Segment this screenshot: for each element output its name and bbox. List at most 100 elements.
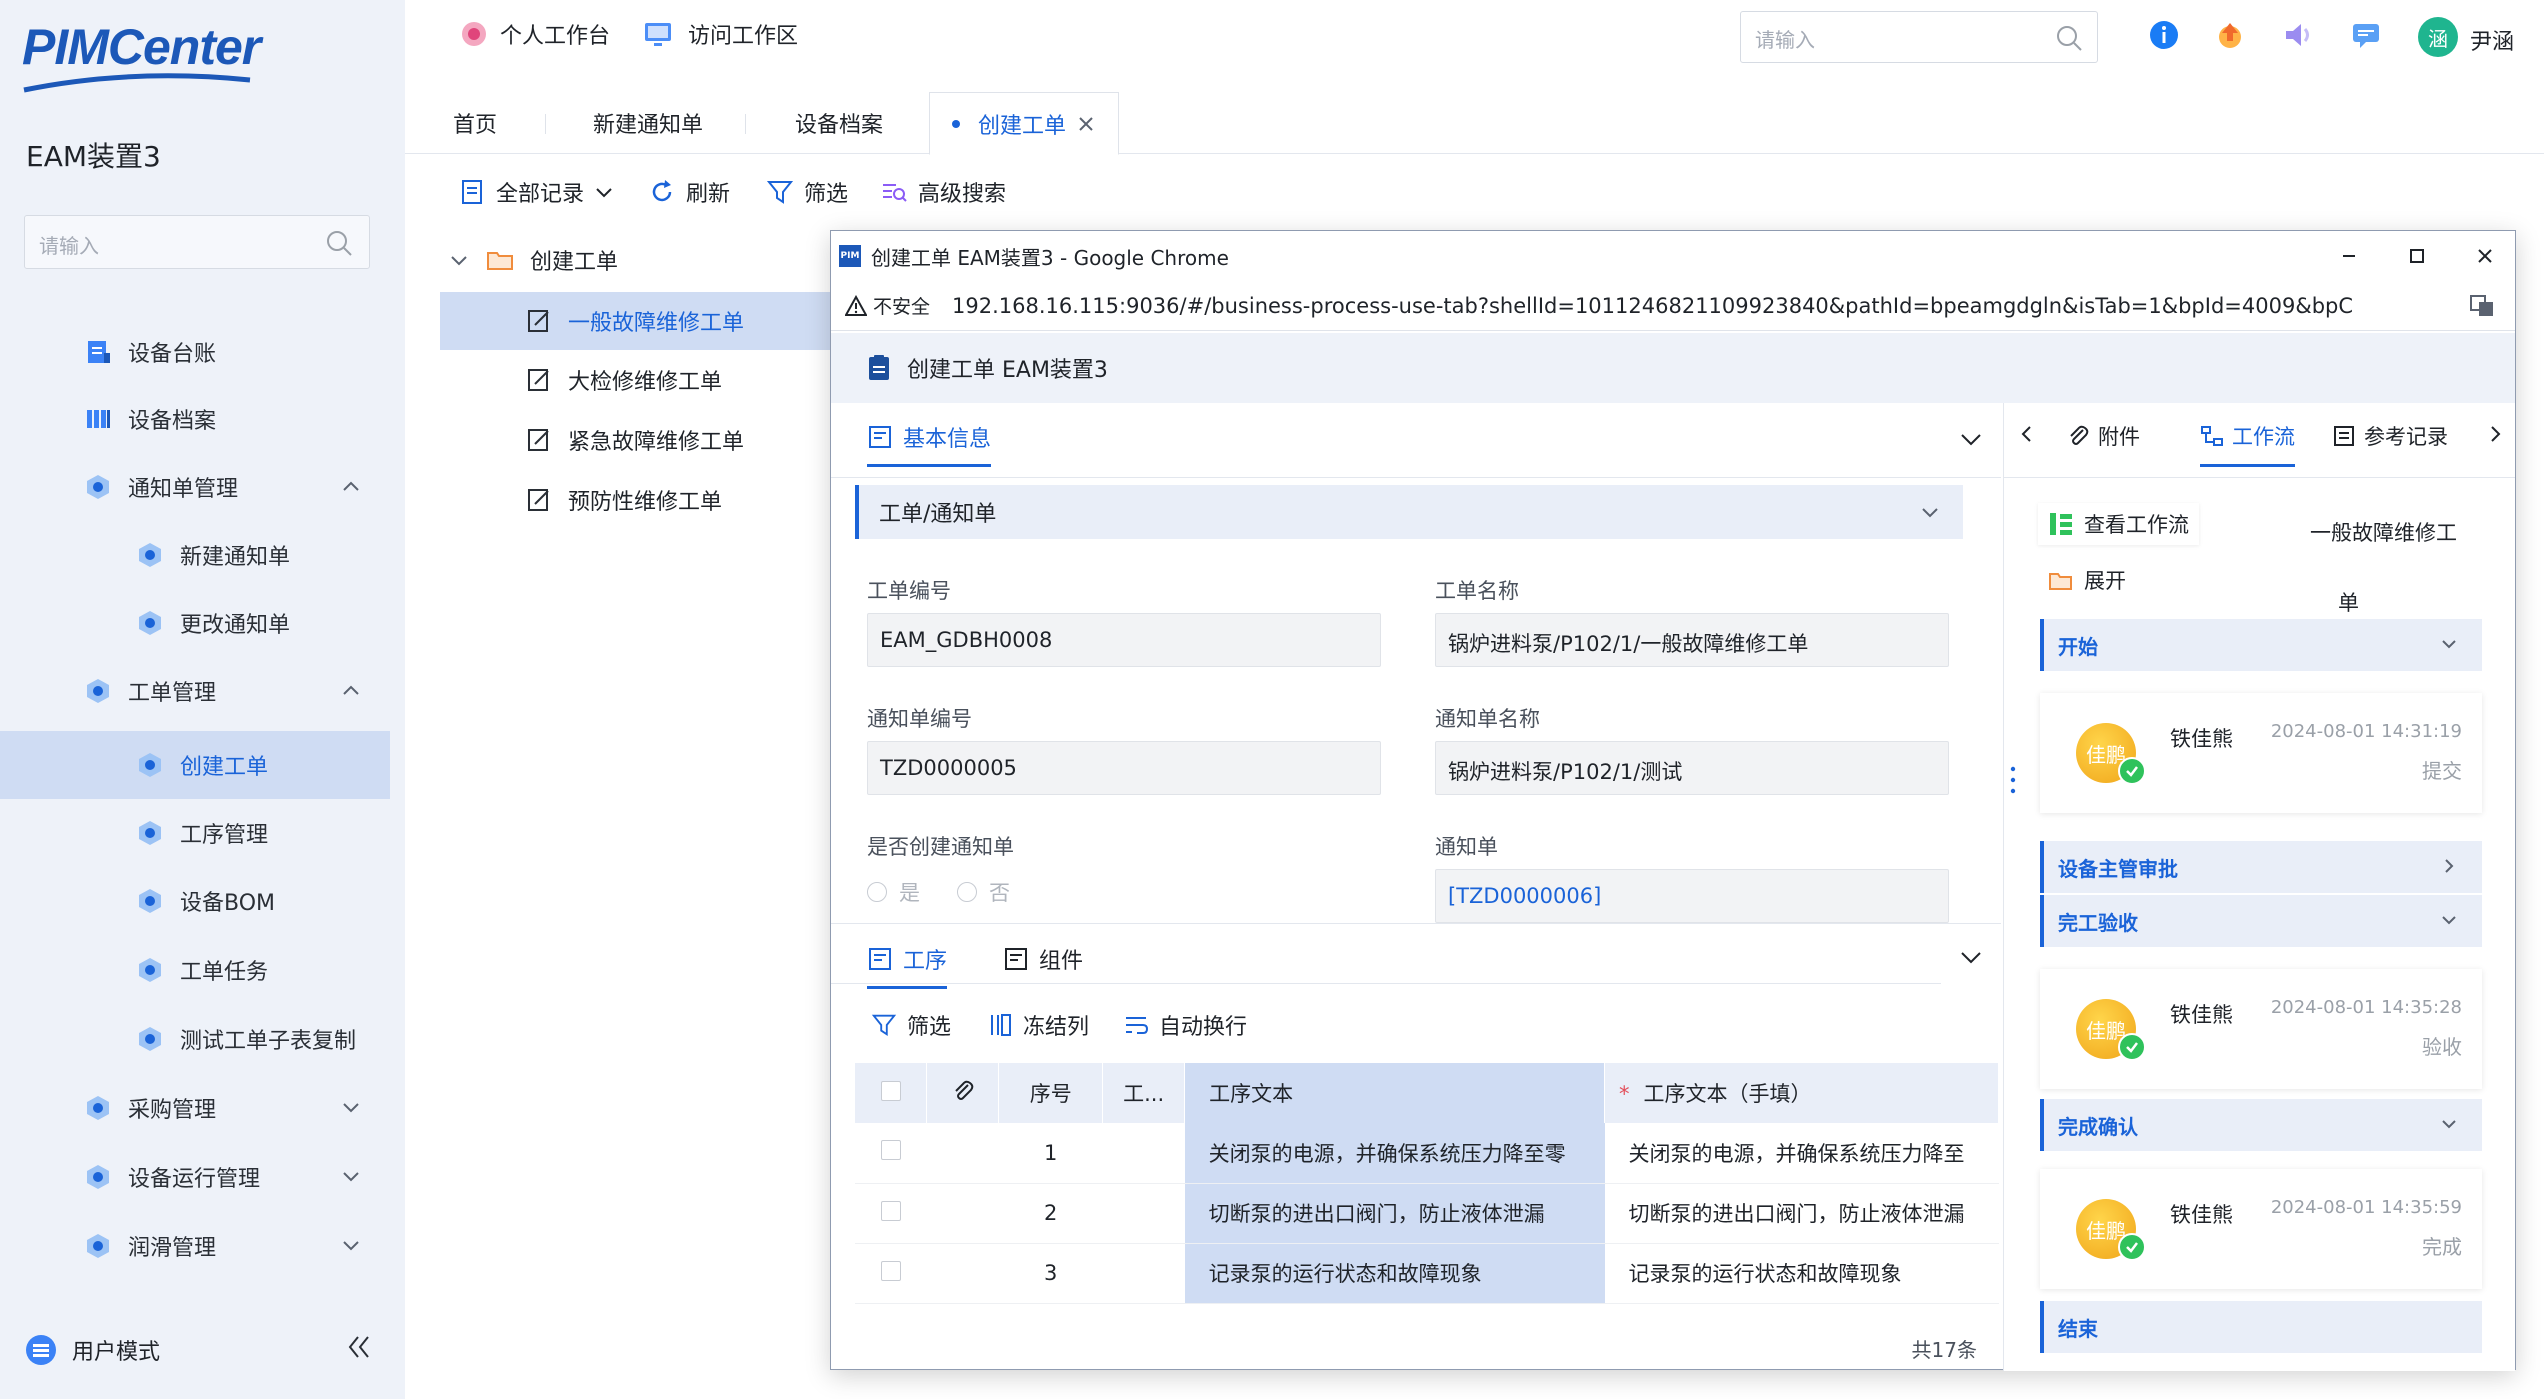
search-icon[interactable] bbox=[325, 229, 353, 257]
select-all-checkbox[interactable] bbox=[880, 1080, 901, 1101]
address-bar[interactable]: 不安全 192.168.16.115:9036/#/business-proce… bbox=[831, 281, 2515, 331]
col-truncated-header[interactable]: 工... bbox=[1102, 1063, 1186, 1123]
tree-item-emergency-fault[interactable]: 紧急故障维修工单 bbox=[440, 411, 835, 469]
global-search-input[interactable]: 请输入 bbox=[1740, 11, 2098, 63]
tab-home[interactable]: 首页 bbox=[453, 92, 497, 154]
sidebar-search-input[interactable]: 请输入 bbox=[24, 215, 370, 269]
chevron-up-icon[interactable] bbox=[340, 679, 362, 701]
sidebar-item-equipment-ledger[interactable]: 设备台账 bbox=[0, 318, 392, 386]
table-row[interactable]: 1 关闭泵的电源，并确保系统压力降至零 关闭泵的电源，并确保系统压力降至 bbox=[855, 1123, 1999, 1184]
process-text-header[interactable]: 工序文本 bbox=[1184, 1063, 1606, 1123]
tree-item-general-fault[interactable]: 一般故障维修工单 bbox=[440, 292, 835, 350]
row-checkbox[interactable] bbox=[880, 1200, 901, 1221]
chevron-down-icon[interactable] bbox=[340, 1234, 362, 1256]
radio-yes[interactable]: 是 bbox=[867, 877, 920, 907]
process-text-manual-cell[interactable]: 关闭泵的电源，并确保系统压力降至 bbox=[1604, 1123, 1999, 1184]
sidebar-item-change-notice[interactable]: 更改通知单 bbox=[0, 589, 392, 657]
sidebar-item-create-work-order[interactable]: 创建工单 bbox=[0, 731, 390, 799]
sidebar-item-procurement[interactable]: 采购管理 bbox=[0, 1074, 392, 1142]
insecure-indicator[interactable]: 不安全 bbox=[845, 292, 930, 319]
tab-new-notice[interactable]: 新建通知单 bbox=[593, 92, 703, 154]
drag-handle[interactable] bbox=[2010, 765, 2016, 795]
sidebar-item-equipment-bom[interactable]: 设备BOM bbox=[0, 867, 392, 935]
freeze-columns-button[interactable]: 冻结列 bbox=[987, 1009, 1089, 1041]
order-no-field[interactable]: EAM_GDBH0008 bbox=[867, 613, 1381, 667]
tab-create-work-order[interactable]: 创建工单 bbox=[929, 92, 1120, 155]
view-workflow-button[interactable]: 查看工作流 bbox=[2038, 503, 2199, 545]
maximize-button[interactable] bbox=[2387, 239, 2447, 273]
chevron-down-icon[interactable] bbox=[340, 1096, 362, 1118]
auto-wrap-button[interactable]: 自动换行 bbox=[1123, 1009, 1247, 1041]
tab-attachments[interactable]: 附件 bbox=[2066, 421, 2140, 451]
visit-workspace-link[interactable]: 访问工作区 bbox=[642, 18, 798, 50]
chevron-down-icon[interactable] bbox=[448, 249, 470, 271]
seq-header[interactable]: 序号 bbox=[998, 1063, 1104, 1123]
refresh-button[interactable]: 刷新 bbox=[648, 176, 730, 208]
all-records-dropdown[interactable]: 全部记录 bbox=[458, 176, 626, 208]
process-text-cell[interactable]: 关闭泵的电源，并确保系统压力降至零 bbox=[1184, 1123, 1605, 1184]
attachment-cell[interactable] bbox=[926, 1123, 999, 1184]
workflow-node-supervisor-approval[interactable]: 设备主管审批 bbox=[2040, 841, 2482, 893]
row-select-cell[interactable] bbox=[855, 1123, 927, 1184]
order-name-field[interactable]: 锅炉进料泵/P102/1/一般故障维修工单 bbox=[1435, 613, 1949, 667]
pimcenter-logo[interactable]: PIMCenter bbox=[22, 18, 272, 98]
collapse-sidebar-icon[interactable] bbox=[344, 1332, 374, 1362]
attachment-cell[interactable] bbox=[926, 1243, 999, 1304]
sidebar-item-equipment-archive[interactable]: 设备档案 bbox=[0, 385, 392, 453]
upload-icon[interactable] bbox=[2212, 17, 2248, 53]
info-icon[interactable] bbox=[2146, 17, 2182, 53]
close-icon[interactable] bbox=[1076, 114, 1096, 134]
tab-equipment-archive[interactable]: 设备档案 bbox=[795, 92, 883, 154]
tree-item-preventive[interactable]: 预防性维修工单 bbox=[440, 471, 835, 529]
tree-root-create-work-order[interactable]: 创建工单 bbox=[448, 244, 618, 276]
attachment-cell[interactable] bbox=[926, 1183, 999, 1244]
chevron-down-icon[interactable] bbox=[2438, 1113, 2460, 1135]
notice-link-field[interactable]: [TZD0000006] bbox=[1435, 869, 1949, 923]
minimize-button[interactable] bbox=[2319, 239, 2379, 273]
message-icon[interactable] bbox=[2348, 17, 2384, 53]
chevron-right-icon[interactable] bbox=[2487, 423, 2505, 445]
radio-no[interactable]: 否 bbox=[957, 877, 1010, 907]
sidebar-item-new-notice[interactable]: 新建通知单 bbox=[0, 521, 392, 589]
tab-process[interactable]: 工序 bbox=[867, 943, 948, 989]
process-text-manual-cell[interactable]: 记录泵的运行状态和故障现象 bbox=[1604, 1243, 1999, 1304]
chevron-right-icon[interactable] bbox=[2438, 855, 2460, 877]
chevron-down-icon[interactable] bbox=[2438, 909, 2460, 931]
sidebar-item-work-order-task[interactable]: 工单任务 bbox=[0, 936, 392, 1004]
sidebar-item-test-subtable-copy[interactable]: 测试工单子表复制 bbox=[0, 1005, 392, 1073]
section-header-order-notice[interactable]: 工单/通知单 bbox=[855, 485, 1963, 539]
personal-workbench-link[interactable]: 个人工作台 bbox=[458, 18, 610, 50]
user-name[interactable]: 尹涵 bbox=[2470, 24, 2514, 56]
chrome-title-bar[interactable]: PIM 创建工单 EAM装置3 - Google Chrome bbox=[831, 231, 2515, 281]
process-text-manual-header[interactable]: * 工序文本（手填） bbox=[1604, 1063, 1999, 1123]
workflow-node-completion-confirmation[interactable]: 完成确认 bbox=[2040, 1099, 2482, 1151]
grid-filter-button[interactable]: 筛选 bbox=[871, 1009, 951, 1041]
chevron-down-icon[interactable] bbox=[1919, 501, 1941, 523]
filter-button[interactable]: 筛选 bbox=[766, 176, 848, 208]
select-all-header[interactable] bbox=[855, 1063, 928, 1123]
sidebar-item-lubrication[interactable]: 润滑管理 bbox=[0, 1212, 392, 1280]
workflow-node-completion-acceptance[interactable]: 完工验收 bbox=[2040, 895, 2482, 947]
chevron-down-icon[interactable] bbox=[1957, 425, 1985, 453]
process-text-cell[interactable]: 记录泵的运行状态和故障现象 bbox=[1184, 1243, 1605, 1304]
advanced-search-button[interactable]: 高级搜索 bbox=[880, 176, 1006, 208]
sidebar-item-work-order-management[interactable]: 工单管理 bbox=[0, 657, 392, 725]
tab-component[interactable]: 组件 bbox=[1003, 943, 1083, 975]
expand-button[interactable]: 展开 bbox=[2038, 559, 2136, 601]
process-text-cell[interactable]: 切断泵的进出口阀门，防止液体泄漏 bbox=[1184, 1183, 1605, 1244]
speaker-icon[interactable] bbox=[2280, 17, 2316, 53]
chevron-down-icon[interactable] bbox=[1957, 943, 1985, 971]
chevron-left-icon[interactable] bbox=[2016, 423, 2038, 445]
url-text[interactable]: 192.168.16.115:9036/#/business-process-u… bbox=[952, 294, 2352, 318]
process-text-manual-cell[interactable]: 切断泵的进出口阀门，防止液体泄漏 bbox=[1604, 1183, 1999, 1244]
sidebar-item-notice-management[interactable]: 通知单管理 bbox=[0, 453, 392, 521]
table-row[interactable]: 2 切断泵的进出口阀门，防止液体泄漏 切断泵的进出口阀门，防止液体泄漏 bbox=[855, 1183, 1999, 1244]
row-checkbox[interactable] bbox=[880, 1260, 901, 1281]
notice-no-field[interactable]: TZD0000005 bbox=[867, 741, 1381, 795]
translate-icon[interactable] bbox=[2469, 293, 2495, 319]
chevron-down-icon[interactable] bbox=[340, 1165, 362, 1187]
tab-reference-records[interactable]: 参考记录 bbox=[2332, 421, 2448, 451]
row-checkbox[interactable] bbox=[880, 1140, 901, 1161]
tab-basic-info[interactable]: 基本信息 bbox=[867, 421, 992, 467]
tab-workflow[interactable]: 工作流 bbox=[2200, 421, 2295, 467]
